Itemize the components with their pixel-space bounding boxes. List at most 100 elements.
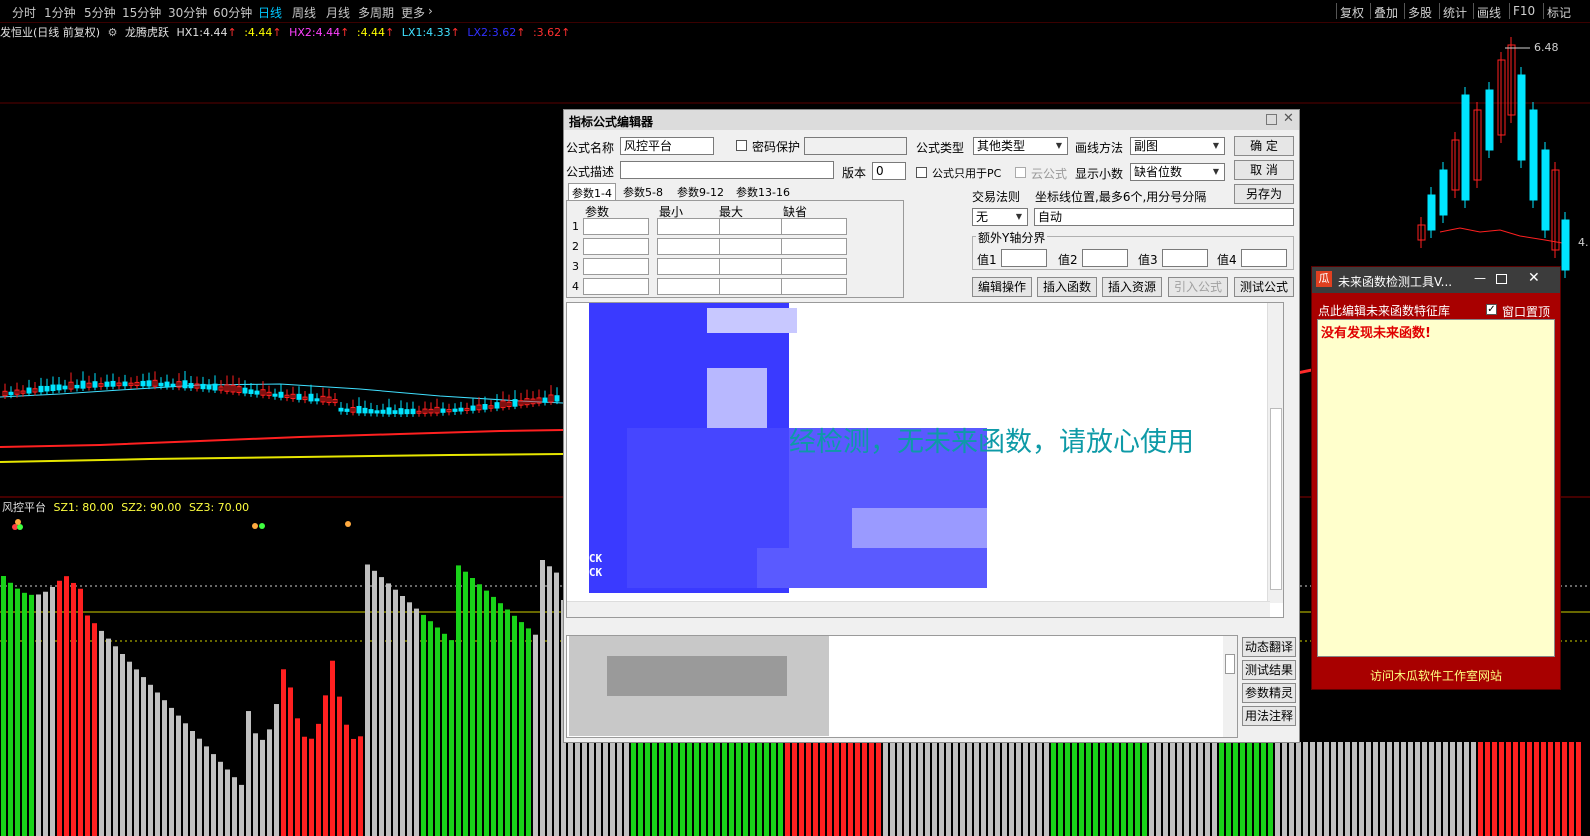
close-icon[interactable]: ✕: [1528, 270, 1540, 286]
pin-label: 窗口置顶: [1502, 305, 1551, 319]
y-val1-input[interactable]: [1001, 249, 1047, 267]
candlestick: [254, 390, 260, 395]
scrollbar-thumb[interactable]: [1225, 654, 1235, 674]
formula-desc-input[interactable]: [620, 161, 834, 179]
histogram-bar: [841, 742, 846, 836]
output-scrollbar[interactable]: [1223, 636, 1237, 737]
candlestick: [494, 402, 500, 409]
formula-type-label: 公式类型: [916, 141, 965, 155]
histogram-bar: [1408, 742, 1413, 836]
param-cell[interactable]: [657, 218, 723, 235]
param-cell[interactable]: [583, 258, 649, 275]
param-cell[interactable]: [719, 258, 785, 275]
detector-titlebar[interactable]: 瓜 未来函数检测工具V... — ✕: [1312, 267, 1560, 293]
password-checkbox[interactable]: [736, 140, 747, 151]
histogram-bar: [1275, 742, 1280, 836]
vertical-scrollbar[interactable]: [1267, 303, 1283, 603]
insert-resource-button[interactable]: 插入资源: [1102, 277, 1162, 297]
candlestick: [542, 397, 548, 403]
param-cell[interactable]: [583, 278, 649, 295]
param-cell[interactable]: [719, 238, 785, 255]
candlestick: [308, 393, 314, 402]
chevron-down-icon[interactable]: ▼: [1209, 139, 1223, 153]
histogram-bar: [862, 742, 867, 836]
histogram-bar: [526, 628, 531, 836]
decimals-select[interactable]: 缺省位数 ▼: [1130, 163, 1225, 181]
histogram-bar: [1359, 742, 1364, 836]
histogram-bar: [1366, 742, 1371, 836]
histogram-bar: [785, 742, 790, 836]
scrollbar-thumb[interactable]: [1270, 408, 1282, 590]
visit-website-link[interactable]: 访问木瓜软件工作室网站: [1370, 667, 1502, 684]
horizontal-scrollbar[interactable]: [567, 601, 1270, 617]
edit-ops-button[interactable]: 编辑操作: [972, 277, 1032, 297]
param-cell[interactable]: [781, 218, 847, 235]
histogram-bar: [974, 742, 979, 836]
histogram-bar: [351, 738, 356, 836]
candlestick: [200, 383, 206, 390]
save-as-button[interactable]: 另存为: [1234, 184, 1294, 204]
chevron-down-icon[interactable]: ▼: [1052, 139, 1066, 153]
side-button-1[interactable]: 测试结果: [1242, 660, 1296, 680]
tab-params-3[interactable]: 参数13-16: [733, 183, 793, 201]
cancel-button[interactable]: 取 消: [1234, 160, 1294, 180]
histogram-bar: [344, 724, 349, 836]
signal-icon: [345, 521, 351, 527]
candlestick: [410, 408, 416, 415]
param-table: 参数 最小 最大 缺省 1234: [566, 200, 904, 298]
test-formula-button[interactable]: 测试公式: [1234, 277, 1294, 297]
param-cell[interactable]: [657, 238, 723, 255]
y-val3-label: 值3: [1138, 253, 1158, 267]
pc-only-checkbox[interactable]: [916, 167, 927, 178]
password-input[interactable]: [804, 137, 907, 155]
formula-type-select[interactable]: 其他类型 ▼: [973, 137, 1068, 155]
candlestick: [374, 410, 380, 414]
histogram-bar: [603, 742, 608, 836]
param-cell[interactable]: [583, 218, 649, 235]
pin-checkbox[interactable]: ✓: [1486, 304, 1497, 315]
side-button-2[interactable]: 参数精灵: [1242, 683, 1296, 703]
param-cell[interactable]: [657, 258, 723, 275]
histogram-bar: [407, 602, 412, 836]
cloud-checkbox[interactable]: [1015, 167, 1026, 178]
tab-params-1[interactable]: 参数5-8: [620, 183, 666, 201]
candlestick: [1461, 94, 1470, 201]
y-val3-input[interactable]: [1162, 249, 1208, 267]
trade-rule-select[interactable]: 无 ▼: [972, 208, 1028, 226]
restore-icon[interactable]: [1496, 274, 1507, 284]
param-cell[interactable]: [583, 238, 649, 255]
histogram-bar: [1163, 742, 1168, 836]
chevron-down-icon[interactable]: ▼: [1012, 210, 1026, 224]
param-cell[interactable]: [781, 238, 847, 255]
formula-name-input[interactable]: 风控平台: [620, 137, 714, 155]
draw-method-select[interactable]: 副图 ▼: [1130, 137, 1225, 155]
edit-feature-library-link[interactable]: 点此编辑未来函数特征库: [1318, 302, 1450, 319]
formula-type-value: 其他类型: [977, 139, 1026, 153]
ok-button[interactable]: 确 定: [1234, 136, 1294, 156]
chevron-down-icon[interactable]: ▼: [1209, 165, 1223, 179]
close-icon[interactable]: ✕: [1283, 111, 1294, 126]
histogram-bar: [652, 742, 657, 836]
coord-input[interactable]: 自动: [1034, 208, 1294, 226]
candlestick: [248, 389, 254, 394]
minimize-icon[interactable]: —: [1472, 271, 1488, 287]
param-cell[interactable]: [657, 278, 723, 295]
version-input[interactable]: 0: [872, 162, 906, 180]
editor-titlebar[interactable]: 指标公式编辑器 ✕: [564, 110, 1299, 130]
tab-params-2[interactable]: 参数9-12: [674, 183, 727, 201]
insert-function-button[interactable]: 插入函数: [1037, 277, 1097, 297]
param-cell[interactable]: [719, 218, 785, 235]
param-cell[interactable]: [781, 278, 847, 295]
y-val4-input[interactable]: [1241, 249, 1287, 267]
histogram-bar: [29, 594, 34, 836]
side-button-3[interactable]: 用法注释: [1242, 706, 1296, 726]
side-button-0[interactable]: 动态翻译: [1242, 637, 1296, 657]
y-val2-input[interactable]: [1082, 249, 1128, 267]
histogram-bar: [1401, 742, 1406, 836]
maximize-icon[interactable]: [1266, 114, 1277, 125]
param-cell[interactable]: [719, 278, 785, 295]
param-cell[interactable]: [781, 258, 847, 275]
output-area[interactable]: [566, 635, 1238, 738]
code-editor[interactable]: STI ST S. STICK STICK: [566, 302, 1284, 618]
import-formula-button[interactable]: 引入公式: [1168, 277, 1228, 297]
